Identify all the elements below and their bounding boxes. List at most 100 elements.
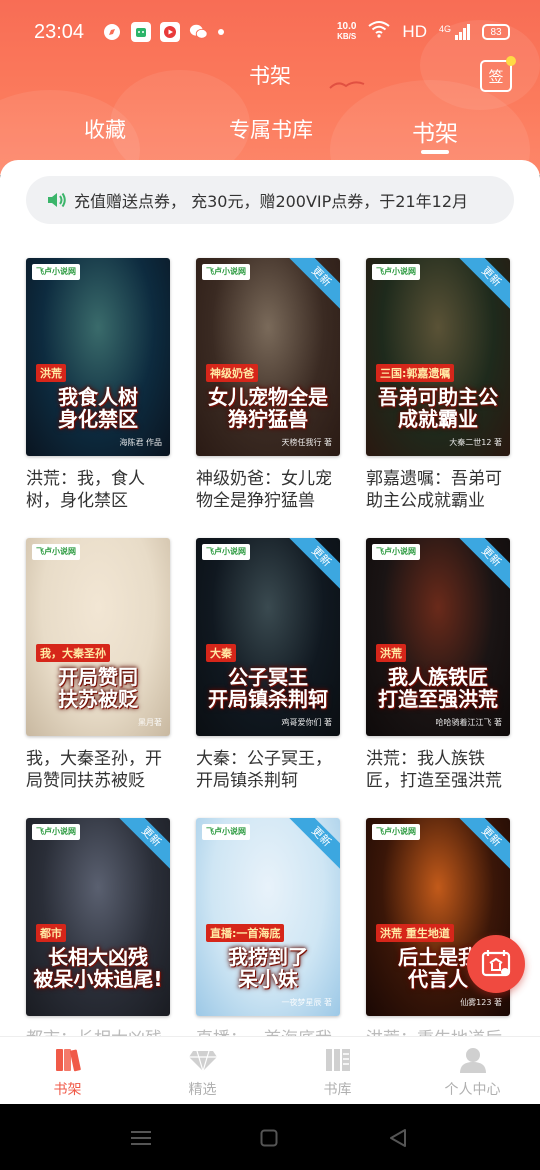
- app-notification-icon: [131, 22, 152, 42]
- book-title: 郭嘉遗嘱：吾弟可助主公成就霸业: [366, 469, 502, 511]
- hd-indicator: HD: [402, 22, 427, 41]
- publisher-logo: 飞卢小说网: [202, 824, 250, 840]
- publisher-logo: 飞卢小说网: [372, 264, 420, 280]
- cover-author: 海陈君 作品: [119, 438, 162, 447]
- cover-title: 女儿宠物全是 狰狞猛兽: [208, 385, 328, 431]
- tab-indicator: [421, 150, 449, 154]
- book-cover[interactable]: 飞卢小说网 更新 大秦 公子冥王 开局镇杀荆轲 鸡哥爱你们 著: [196, 538, 340, 736]
- bookshelf-icon: [55, 1049, 81, 1072]
- status-time: 23:04: [34, 20, 85, 43]
- book-title: 我，大秦圣孙，开局赞同扶苏被贬: [26, 749, 162, 791]
- cover-author: 黑月著: [138, 718, 162, 727]
- cover-title: 我捞到了 呆小妹: [228, 945, 308, 991]
- sign-in-button[interactable]: 签: [480, 56, 516, 92]
- cell-signal-icon: 4G: [439, 24, 470, 40]
- publisher-logo: 飞卢小说网: [32, 824, 80, 840]
- wifi-icon: [368, 20, 391, 44]
- cover-tag: 我，大秦圣孙: [36, 644, 110, 662]
- publisher-logo: 飞卢小说网: [202, 264, 250, 280]
- library-icon: [325, 1049, 350, 1071]
- publisher-logo: 飞卢小说网: [202, 544, 250, 560]
- tab-bookshelf[interactable]: 书架: [412, 114, 458, 148]
- cover-tag: 直播:一首海底: [206, 924, 285, 942]
- book-item[interactable]: 飞卢小说网我，大秦圣孙开局赞同 扶苏被贬 黑月著我，大秦圣孙，开局赞同扶苏被贬: [26, 538, 170, 808]
- cover-tag: 神级奶爸: [206, 364, 258, 382]
- cover-tag: 都市: [36, 924, 66, 942]
- page-title: 书架: [249, 64, 291, 88]
- book-item[interactable]: 飞卢小说网 更新 洪荒 我人族铁匠 打造至强洪荒 哈哈骑着江江飞 著洪荒：我人族铁匠，打…: [366, 538, 510, 808]
- sign-calendar-icon: [481, 950, 511, 977]
- status-bar: 23:04 10.0 KB/S HD 4G 83: [0, 0, 540, 64]
- cover-title: 我食人树 身化禁区: [58, 385, 138, 431]
- home-nav-icon[interactable]: [260, 1129, 278, 1147]
- tabbar-profile[interactable]: 个人中心: [405, 1037, 540, 1104]
- cover-author: 大秦二世12 著: [449, 438, 502, 447]
- back-nav-icon[interactable]: [388, 1128, 408, 1148]
- cover-author: 一夜梦星辰 著: [281, 998, 332, 1007]
- cover-title: 吾弟可助主公 成就霸业: [378, 385, 498, 431]
- notice-banner[interactable]: 充值赠送点券， 充30元，赠200VIP点券，于21年12月: [26, 176, 514, 224]
- more-notifications-icon: [218, 29, 225, 35]
- speaker-icon: [48, 192, 66, 208]
- cover-author: 天榜任我行 著: [281, 438, 332, 447]
- bottom-tab-bar: 书架 精选 书库 个人中心: [0, 1036, 540, 1104]
- book-item[interactable]: 飞卢小说网更新洪荒 重生地道后土是我 代言人仙雾123 著洪荒：重生地道后土是我…: [366, 818, 510, 1036]
- network-speed: 10.0 KB/S: [336, 21, 357, 42]
- tabbar-library[interactable]: 书库: [270, 1037, 405, 1104]
- header-bar: 23:04 10.0 KB/S HD 4G 83 书架 签 收藏 专属书库 书架: [0, 0, 540, 175]
- bird-decoration-icon: [329, 81, 365, 89]
- book-item[interactable]: 飞卢小说网 更新 大秦 公子冥王 开局镇杀荆轲 鸡哥爱你们 著大秦：公子冥王，开局镇杀荆…: [196, 538, 340, 808]
- cover-tag: 三国:郭嘉遗嘱: [376, 364, 455, 382]
- tab-favorites[interactable]: 收藏: [84, 114, 126, 144]
- publisher-logo: 飞卢小说网: [372, 544, 420, 560]
- book-title: 都市：长相大凶残被呆小妹追尾: [26, 1028, 176, 1036]
- book-title: 洪荒：我人族铁匠，打造至强洪荒: [366, 749, 502, 791]
- book-cover[interactable]: 飞卢小说网我，大秦圣孙开局赞同 扶苏被贬 黑月著: [26, 538, 170, 736]
- book-title: 洪荒：我，食人树，身化禁区: [26, 469, 145, 511]
- cover-tag: 洪荒: [376, 644, 406, 662]
- person-icon: [459, 1048, 486, 1073]
- book-item[interactable]: 飞卢小说网更新直播:一首海底我捞到了 呆小妹一夜梦星辰 著直播：一首海底我捞到了…: [196, 818, 340, 1036]
- publisher-logo: 飞卢小说网: [32, 544, 80, 560]
- cover-title: 我人族铁匠 打造至强洪荒: [378, 665, 498, 711]
- new-dot-badge: [506, 56, 516, 66]
- publisher-logo: 飞卢小说网: [32, 264, 80, 280]
- compass-icon: [102, 22, 122, 42]
- book-item[interactable]: 飞卢小说网洪荒我食人树 身化禁区海陈君 作品洪荒：我，食人树，身化禁区: [26, 258, 170, 528]
- book-cover[interactable]: 飞卢小说网 更新 洪荒 我人族铁匠 打造至强洪荒 哈哈骑着江江飞 著: [366, 538, 510, 736]
- cover-title: 公子冥王 开局镇杀荆轲: [208, 665, 328, 711]
- book-cover[interactable]: 飞卢小说网 更新 三国:郭嘉遗嘱 吾弟可助主公 成就霸业 大秦二世12 著: [366, 258, 510, 456]
- daily-sign-fab[interactable]: [467, 935, 525, 993]
- tabbar-bookshelf[interactable]: 书架: [0, 1037, 135, 1104]
- diamond-icon: [188, 1050, 217, 1072]
- cover-author: 哈哈骑着江江飞 著: [435, 718, 502, 727]
- cover-author: 鸡哥爱你们 著: [281, 718, 332, 727]
- book-title: 大秦：公子冥王，开局镇杀荆轲: [196, 749, 332, 791]
- tab-exclusive-library[interactable]: 专属书库: [229, 114, 313, 144]
- book-title: 洪荒：重生地道后土是我代言人: [366, 1028, 516, 1036]
- book-item[interactable]: 飞卢小说网更新都市长相大凶残 被呆小妹追尾!都市：长相大凶残被呆小妹追尾: [26, 818, 170, 1036]
- publisher-logo: 飞卢小说网: [372, 824, 420, 840]
- tabbar-featured[interactable]: 精选: [135, 1037, 270, 1104]
- system-nav-bar: [0, 1104, 540, 1170]
- book-title: 神级奶爸：女儿宠物全是狰狞猛兽: [196, 469, 332, 511]
- book-cover[interactable]: 飞卢小说网 更新 都市 长相大凶残 被呆小妹追尾!: [26, 818, 170, 1016]
- book-item[interactable]: 飞卢小说网 更新 三国:郭嘉遗嘱 吾弟可助主公 成就霸业 大秦二世12 著郭嘉遗嘱：吾弟…: [366, 258, 510, 528]
- book-item[interactable]: 飞卢小说网 更新 神级奶爸 女儿宠物全是 狰狞猛兽 天榜任我行 著神级奶爸：女儿宠物全是…: [196, 258, 340, 528]
- cover-tag: 大秦: [206, 644, 236, 662]
- cover-title: 长相大凶残 被呆小妹追尾!: [33, 945, 163, 991]
- book-cover[interactable]: 飞卢小说网 更新 直播:一首海底 我捞到了 呆小妹 一夜梦星辰 著: [196, 818, 340, 1016]
- book-title: 直播：一首海底我捞到了呆小妹: [196, 1028, 346, 1036]
- book-cover[interactable]: 飞卢小说网 更新 神级奶爸 女儿宠物全是 狰狞猛兽 天榜任我行 著: [196, 258, 340, 456]
- wechat-icon: [189, 22, 209, 42]
- video-app-icon: [160, 22, 181, 42]
- cover-tag: 洪荒: [36, 364, 66, 382]
- menu-nav-icon[interactable]: [130, 1130, 152, 1146]
- cover-tag: 洪荒 重生地道: [376, 924, 454, 942]
- cover-author: 仙雾123 著: [460, 998, 502, 1007]
- notice-text: 充值赠送点券， 充30元，赠200VIP点券，于21年12月: [74, 192, 469, 211]
- book-cover[interactable]: 飞卢小说网洪荒我食人树 身化禁区海陈君 作品: [26, 258, 170, 456]
- battery-icon: 83: [482, 24, 510, 40]
- cover-title: 开局赞同 扶苏被贬: [58, 665, 138, 711]
- bookshelf-content: 充值赠送点券， 充30元，赠200VIP点券，于21年12月 飞卢小说网 洪荒 我食…: [0, 160, 540, 1036]
